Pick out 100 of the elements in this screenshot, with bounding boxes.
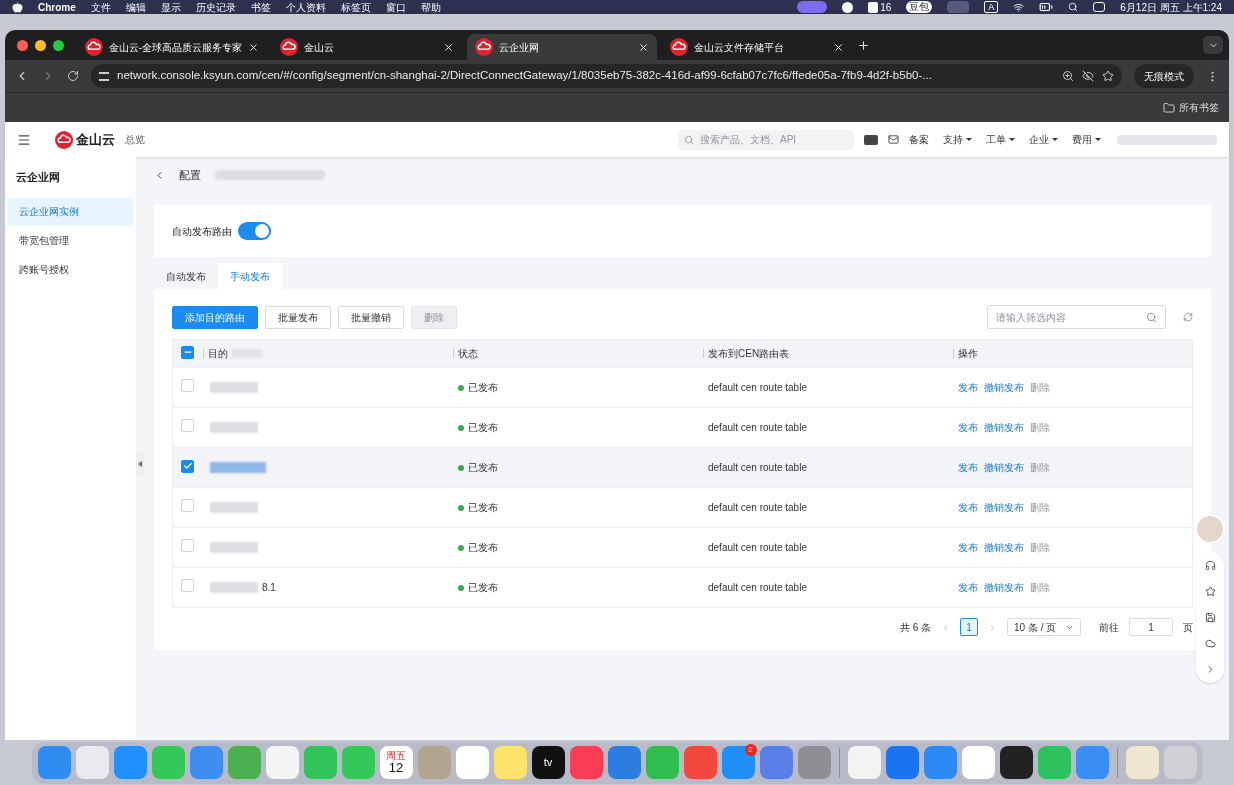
action-link[interactable]: 撤销发布: [984, 420, 1024, 435]
new-tab-icon[interactable]: [857, 38, 870, 52]
checkbox[interactable]: [181, 459, 194, 473]
goto-page-field[interactable]: 1: [1129, 618, 1173, 636]
bookmark-star-icon[interactable]: [1102, 70, 1114, 82]
menu-item[interactable]: 标签页: [340, 0, 371, 15]
dock-app-icon[interactable]: 2: [721, 746, 755, 779]
battery-icon[interactable]: [1039, 0, 1054, 14]
close-icon[interactable]: [443, 41, 454, 53]
tab-list-button[interactable]: [1203, 36, 1223, 54]
doubao-status[interactable]: 豆包: [906, 1, 933, 13]
nav-dropdown[interactable]: 费用: [1072, 132, 1101, 147]
menu-icon[interactable]: [17, 132, 31, 147]
close-icon[interactable]: [833, 41, 844, 53]
action-link[interactable]: 发布: [958, 460, 978, 475]
refresh-icon[interactable]: [1183, 312, 1193, 322]
headset-icon[interactable]: [1204, 560, 1216, 571]
address-bar[interactable]: network.console.ksyun.com/cen/#/config/segment/cn-shanghai-2/DirectConnectGateway/1/8035eb75-382c-416d-af99-6cfab07c7fc6/ffede05a-7fb9-4d2f-b5b0-...: [91, 64, 1122, 88]
nav-dropdown[interactable]: 工单: [986, 132, 1015, 147]
app-menu[interactable]: Chrome: [38, 0, 76, 15]
action-link[interactable]: 撤销发布: [984, 540, 1024, 555]
blurred-destination: [210, 382, 258, 393]
close-window-button[interactable]: [17, 39, 28, 51]
page-number[interactable]: 1: [960, 618, 978, 636]
action-link[interactable]: 发布: [958, 580, 978, 595]
collapse-sidebar-handle[interactable]: [136, 452, 144, 476]
brand-name: 金山云: [76, 130, 115, 149]
search-icon[interactable]: [1068, 2, 1079, 12]
total-count: 共 6 条: [899, 620, 931, 635]
blurred-destination: [210, 542, 258, 553]
star-icon[interactable]: [1204, 586, 1216, 597]
overview-link[interactable]: 总览: [125, 132, 145, 147]
wifi-icon[interactable]: [1013, 1, 1025, 13]
browser-tab[interactable]: 金山云文件存储平台: [662, 34, 852, 60]
clock[interactable]: 6月12日 周五 上午1:24: [1120, 0, 1222, 15]
menu-item[interactable]: 帮助: [420, 0, 441, 15]
menu-item[interactable]: 显示: [160, 0, 181, 15]
next-page-icon[interactable]: [988, 622, 997, 632]
dock-app-icon[interactable]: tv: [531, 746, 565, 779]
route-table-name: default cen route table: [708, 502, 807, 513]
page-size-select[interactable]: 10 条 / 页: [1007, 618, 1081, 636]
action-link[interactable]: 发布: [958, 540, 978, 555]
sidebar-title: 云企业网: [15, 170, 61, 185]
action-link[interactable]: 撤销发布: [984, 580, 1024, 595]
language-icon[interactable]: [864, 134, 878, 145]
zoom-icon[interactable]: [1062, 70, 1074, 82]
browser-tab[interactable]: 金山云: [272, 34, 462, 60]
nav-dropdown[interactable]: 企业: [1029, 132, 1058, 147]
previous-page-icon[interactable]: [941, 622, 950, 632]
blurred-destination: [210, 502, 258, 513]
record-link[interactable]: 备案: [909, 132, 929, 147]
menu-item[interactable]: 个人资料: [285, 0, 326, 15]
eye-off-icon[interactable]: [1082, 70, 1094, 82]
action-button[interactable]: 批量发布: [265, 305, 331, 329]
browser-tab[interactable]: 云企业网: [467, 34, 657, 60]
route-table-name: default cen route table: [708, 582, 807, 593]
input-source[interactable]: A: [984, 1, 999, 13]
cloud-logo-icon: [670, 38, 688, 56]
nav-dropdown[interactable]: 支持: [943, 132, 972, 147]
close-icon[interactable]: [638, 41, 649, 53]
document-icon[interactable]: [1204, 612, 1216, 623]
action-link[interactable]: 撤销发布: [984, 380, 1024, 395]
incognito-button[interactable]: 无痕模式: [1134, 64, 1194, 88]
tab[interactable]: 手动发布: [218, 263, 282, 289]
bookmarks-folder[interactable]: 所有书签: [1179, 100, 1219, 115]
action-link[interactable]: 发布: [958, 500, 978, 515]
action-link[interactable]: 撤销发布: [984, 500, 1024, 515]
apple-icon[interactable]: [12, 1, 23, 13]
sidebar-item[interactable]: 云企业网实例: [8, 197, 133, 226]
brand-logo[interactable]: 金山云: [55, 129, 115, 150]
avatar[interactable]: [1195, 514, 1225, 544]
dock-app-icon[interactable]: [999, 746, 1033, 779]
menu-item[interactable]: 历史记录: [195, 0, 236, 15]
toggle-switch[interactable]: [238, 222, 271, 240]
sidebar-item[interactable]: 带宽包管理: [8, 226, 133, 255]
close-icon[interactable]: [248, 41, 259, 53]
minimize-window-button[interactable]: [35, 39, 46, 51]
status-count[interactable]: 16: [868, 0, 892, 15]
menu-item[interactable]: 窗口: [385, 0, 406, 15]
browser-tab[interactable]: 金山云-全球高品质云服务专家: [77, 34, 267, 60]
cloud-icon[interactable]: [1204, 638, 1216, 649]
action-link[interactable]: 发布: [958, 420, 978, 435]
status-icon[interactable]: [842, 1, 854, 13]
checkbox[interactable]: [181, 345, 194, 359]
cloud-logo-icon: [55, 130, 73, 149]
menu-item[interactable]: 书签: [250, 0, 271, 15]
zoom-window-button[interactable]: [53, 39, 64, 51]
action-link[interactable]: 撤销发布: [984, 460, 1024, 475]
reload-icon[interactable]: [67, 70, 79, 82]
sidebar-item[interactable]: 跨账号授权: [8, 255, 133, 284]
dock-app-icon[interactable]: 周五 12: [379, 746, 413, 779]
menu-item[interactable]: 文件: [90, 0, 111, 15]
tab-title: 金山云文件存储平台: [694, 40, 785, 55]
menu-item[interactable]: 编辑: [125, 0, 146, 15]
action-link[interactable]: 发布: [958, 380, 978, 395]
site-settings-icon[interactable]: [99, 71, 109, 81]
tab[interactable]: 自动发布: [154, 263, 218, 289]
control-center-icon[interactable]: [1093, 2, 1106, 12]
action-button[interactable]: 批量撤销: [338, 305, 404, 329]
mail-icon[interactable]: [888, 134, 899, 145]
